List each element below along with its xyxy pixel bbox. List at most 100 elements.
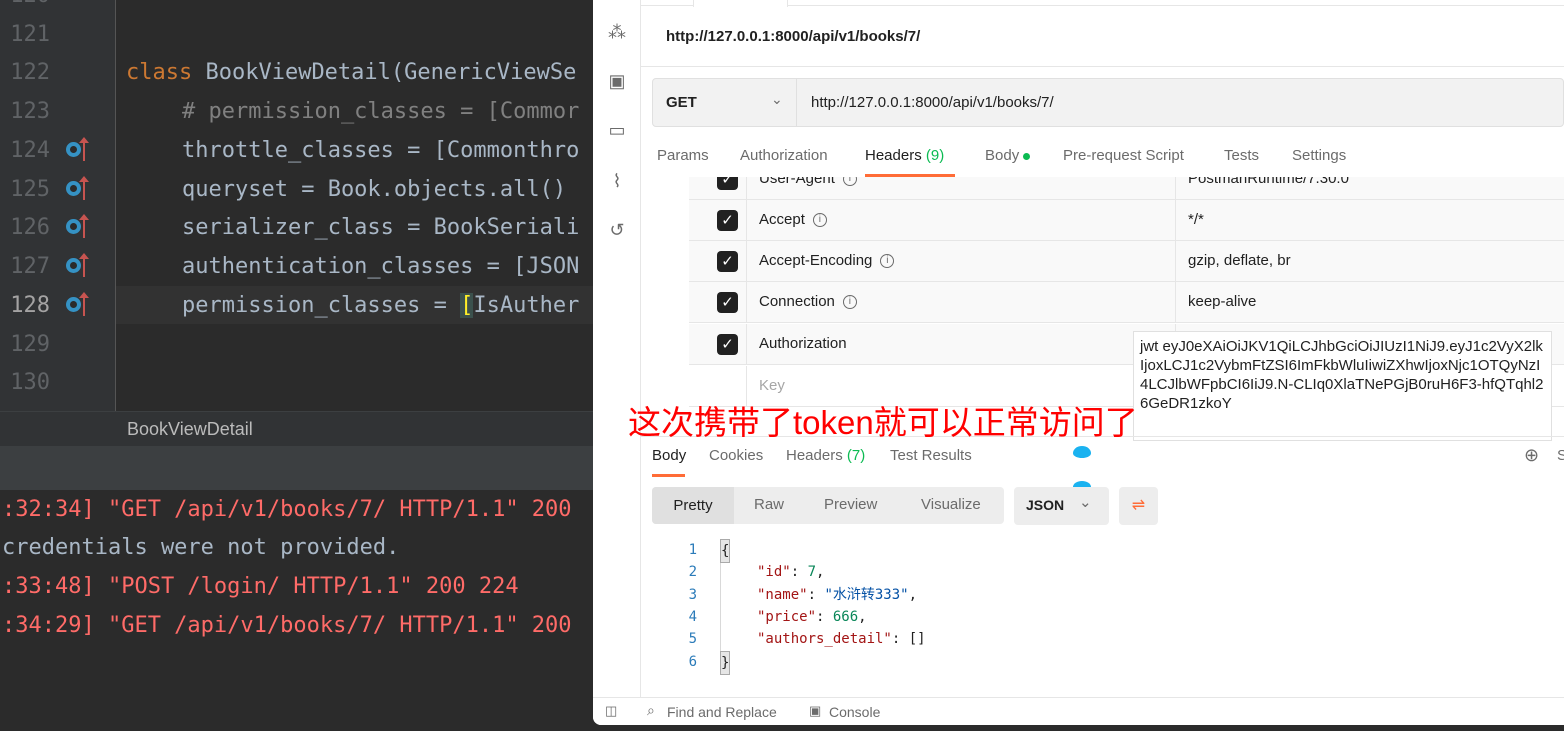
request-title[interactable]: http://127.0.0.1:8000/api/v1/books/7/ — [666, 28, 920, 45]
code-comment: # permission_classes = [Commor — [182, 99, 580, 124]
tab-headers[interactable]: Headers (9) — [865, 147, 944, 164]
sidebar-toggle-icon[interactable]: ◫ — [605, 703, 617, 719]
json-line-number: 6 — [688, 654, 697, 670]
chevron-down-icon[interactable]: ⌄ — [771, 91, 783, 108]
header-value[interactable]: gzip, deflate, br — [1188, 241, 1291, 281]
console-button[interactable]: Console — [829, 704, 880, 720]
header-key[interactable]: Accept-Encoding — [759, 252, 872, 269]
checkbox[interactable]: ✓ — [717, 210, 738, 231]
json-brace: } — [720, 651, 731, 676]
code-text: permission_classes = — [182, 293, 461, 318]
mock-server-icon[interactable]: ▭ — [605, 118, 629, 142]
format-select[interactable]: JSON ⌄ — [1014, 487, 1109, 525]
checkbox[interactable]: ✓ — [717, 177, 738, 190]
res-tab-test-results[interactable]: Test Results — [890, 447, 972, 464]
line-number: 124 — [10, 138, 50, 163]
active-request-tab[interactable] — [693, 0, 788, 7]
override-icon[interactable] — [66, 214, 92, 238]
checkbox[interactable]: ✓ — [717, 334, 738, 355]
res-tab-headers[interactable]: Headers (7) — [786, 447, 865, 464]
keyword: class — [126, 60, 193, 85]
header-row: ✓ Accept-Encoding i gzip, deflate, br — [689, 241, 1564, 282]
info-icon[interactable]: i — [880, 254, 895, 269]
header-key[interactable]: Accept — [759, 211, 805, 228]
override-icon[interactable] — [66, 253, 92, 277]
header-key[interactable]: Authorization — [759, 335, 847, 352]
line-number: 123 — [10, 99, 50, 124]
breadcrumb[interactable]: BookViewDetail — [0, 411, 593, 446]
override-icon[interactable] — [66, 137, 92, 161]
json-key: "name" — [757, 587, 808, 603]
tab-settings[interactable]: Settings — [1292, 147, 1346, 164]
json-brace: { — [720, 539, 731, 564]
json-line-number: 1 — [688, 542, 697, 558]
environment-icon[interactable]: ▣ — [605, 69, 629, 93]
count-badge: (9) — [925, 147, 945, 164]
view-mode-group: Pretty Raw Preview Visualize — [652, 487, 1004, 524]
apis-icon[interactable]: ⁂ — [605, 20, 629, 44]
info-icon[interactable]: i — [842, 177, 857, 187]
json-key: "id" — [757, 564, 791, 580]
line-number: 120 — [0, 0, 50, 15]
header-value[interactable]: keep-alive — [1188, 282, 1256, 322]
header-value[interactable]: */* — [1188, 200, 1204, 240]
header-value[interactable]: PostmanRuntime/7.30.0 — [1188, 177, 1349, 199]
history-icon[interactable]: ↺ — [605, 218, 629, 242]
info-icon[interactable]: i — [812, 213, 827, 228]
url-bar: GET ⌄ http://127.0.0.1:8000/api/v1/books… — [652, 78, 1564, 127]
monitor-icon[interactable]: ⌇ — [605, 169, 629, 193]
wrap-lines-icon[interactable]: ⇌ — [1119, 487, 1158, 525]
json-line-number: 4 — [688, 609, 697, 625]
override-icon[interactable] — [66, 176, 92, 200]
postman-window: ⁂ ▣ ▭ ⌇ ↺ http://127.0.0.1:8000/api/v1/b… — [593, 0, 1564, 725]
divider — [796, 79, 797, 126]
status-dot — [1023, 152, 1031, 160]
format-label: JSON — [1026, 497, 1065, 513]
active-tab-indicator — [652, 474, 685, 477]
console-icon: ▣ — [809, 703, 822, 718]
checkbox[interactable]: ✓ — [717, 292, 738, 313]
console-line: :34:29] "GET /api/v1/books/7/ HTTP/1.1" … — [2, 613, 572, 638]
json-line-number: 2 — [688, 564, 697, 580]
header-key[interactable]: Connection — [759, 293, 835, 310]
search-icon: ⌕ — [647, 702, 655, 718]
globe-icon[interactable]: ⊕ — [1524, 445, 1539, 466]
header-key[interactable]: User-Agent — [759, 177, 835, 187]
tab-tests[interactable]: Tests — [1224, 147, 1259, 164]
chevron-down-icon: ⌄ — [1079, 494, 1092, 511]
view-pretty[interactable]: Pretty — [652, 487, 734, 524]
view-raw[interactable]: Raw — [754, 496, 784, 513]
json-value: 7 — [807, 564, 817, 580]
console-line: :32:34] "GET /api/v1/books/7/ HTTP/1.1" … — [2, 497, 572, 522]
tab-body[interactable]: Body — [985, 147, 1031, 164]
code-line: permission_classes = [IsAuther — [182, 286, 579, 325]
icon-gutter — [62, 0, 116, 411]
tool-window-header — [0, 446, 593, 490]
view-visualize[interactable]: Visualize — [921, 496, 981, 513]
res-tab-cookies[interactable]: Cookies — [709, 447, 763, 464]
code-line: authentication_classes = [JSON — [182, 254, 580, 279]
override-icon[interactable] — [66, 292, 92, 316]
line-number: 122 — [10, 60, 50, 85]
tab-prerequest-script[interactable]: Pre-request Script — [1063, 147, 1184, 164]
find-replace-button[interactable]: Find and Replace — [667, 704, 777, 720]
header-row: ✓ Connection i keep-alive — [689, 282, 1564, 323]
line-number: 129 — [10, 332, 50, 357]
authorization-value-input[interactable]: jwt eyJ0eXAiOiJKV1QiLCJhbGciOiJIUzI1NiJ9… — [1133, 331, 1552, 441]
res-tab-body[interactable]: Body — [652, 447, 686, 464]
json-value: [] — [908, 631, 926, 647]
json-line: "price": 666, — [757, 609, 867, 625]
info-icon[interactable]: i — [842, 295, 857, 310]
url-input[interactable]: http://127.0.0.1:8000/api/v1/books/7/ — [811, 94, 1054, 111]
header-row: ✓ Accept i */* — [689, 200, 1564, 241]
json-line-number: 3 — [688, 587, 697, 603]
line-number: 128 — [10, 293, 50, 318]
json-value: "水浒转333" — [824, 587, 909, 603]
checkbox[interactable]: ✓ — [717, 251, 738, 272]
line-number: 127 — [10, 254, 50, 279]
tab-params[interactable]: Params — [657, 147, 709, 164]
method-select[interactable]: GET — [666, 94, 697, 111]
view-preview[interactable]: Preview — [824, 496, 877, 513]
tab-authorization[interactable]: Authorization — [740, 147, 828, 164]
annotation-text: 这次携带了token就可以正常访问了 — [628, 404, 1138, 441]
